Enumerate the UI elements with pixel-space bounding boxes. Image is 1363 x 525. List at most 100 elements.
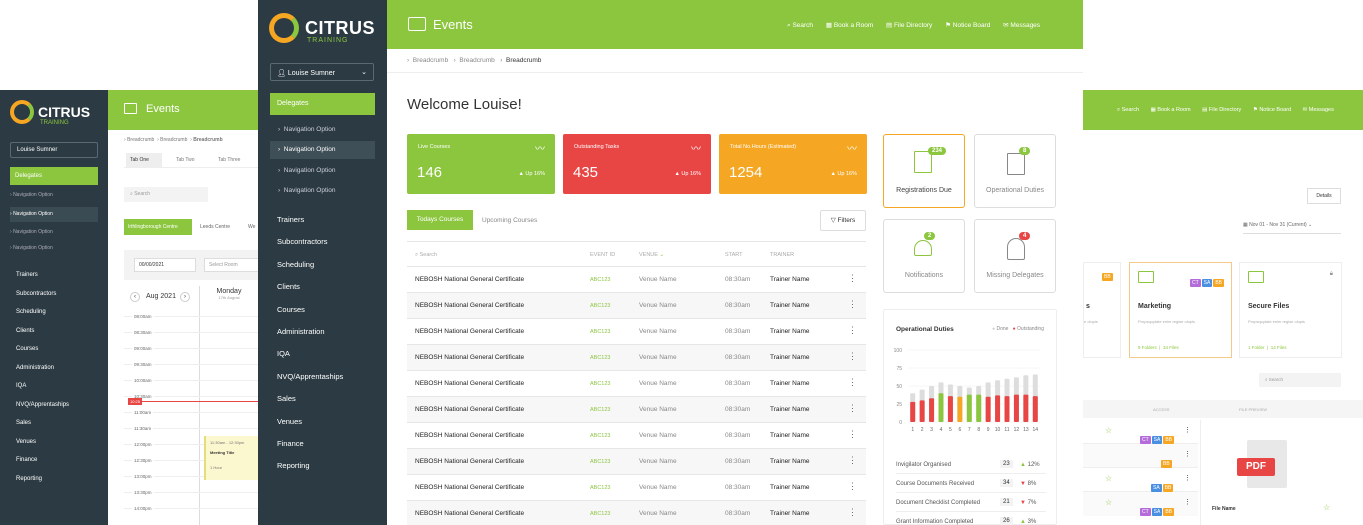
nav-item[interactable]: Reporting (16, 470, 69, 489)
table-row[interactable]: NEBOSH National General Certificate ABC12… (407, 397, 866, 423)
kebab-icon[interactable]: ⋮ (848, 403, 857, 414)
folder-card-secure[interactable]: 🔒︎ Secure Files Propsquytate enim regise… (1239, 262, 1342, 358)
breadcrumb-item[interactable]: Breadcrumb (413, 57, 448, 64)
col-venue[interactable]: VENUE ⌄ (639, 252, 664, 258)
sidebar-item-clients[interactable]: Clients (277, 276, 343, 298)
sidebar-item-finance[interactable]: Finance (277, 433, 343, 455)
tile-registrations-due[interactable]: 234 Registrations Due (883, 134, 965, 208)
star-icon[interactable]: ☆ (1105, 474, 1112, 483)
details-button[interactable]: Details (1307, 188, 1341, 204)
table-row[interactable]: NEBOSH National General Certificate ABC12… (407, 423, 866, 449)
kebab-icon[interactable]: ⋮ (848, 377, 857, 388)
star-icon[interactable]: ☆ (1323, 503, 1330, 512)
nav-sub-1[interactable]: › Navigation Option (278, 126, 335, 133)
stat-card-outstanding-tasks[interactable]: Outstanding Tasks 〰 435 ▲ Up 16% (563, 134, 711, 194)
kebab-icon[interactable]: ⋮ (848, 273, 857, 284)
folder-card-marketing[interactable]: CT SA BB Marketing Propsquytate enim regis… (1129, 262, 1232, 358)
table-row[interactable]: ☆ CT SA BB ⋮ (1083, 492, 1198, 516)
nav-item[interactable]: Clients (16, 322, 69, 341)
kebab-icon[interactable]: ⋮ (848, 429, 857, 440)
nav-sub-2[interactable]: › Navigation Option (270, 141, 375, 159)
files-search-input[interactable]: ⌕ Search (1259, 373, 1341, 387)
nav-delegates[interactable]: Delegates (10, 167, 98, 185)
tab-two[interactable]: Tab Two (176, 157, 195, 163)
kebab-icon[interactable]: ⋮ (1184, 498, 1191, 506)
nav-sub-1[interactable]: › Navigation Option (10, 192, 53, 198)
breadcrumb-item[interactable]: Breadcrumb (459, 57, 494, 64)
breadcrumb-item[interactable]: Breadcrumb (160, 137, 187, 143)
kebab-icon[interactable]: ⋮ (848, 351, 857, 362)
table-row[interactable]: ☆ SA BB ⋮ (1083, 468, 1198, 492)
tile-notifications[interactable]: 2 Notifications (883, 219, 965, 293)
kebab-icon[interactable]: ⋮ (848, 481, 857, 492)
sidebar-item-administration[interactable]: Administration (277, 321, 343, 343)
sidebar-item-reporting[interactable]: Reporting (277, 455, 343, 477)
nav-sub-2[interactable]: › Navigation Option (10, 207, 98, 222)
kebab-icon[interactable]: ⋮ (848, 299, 857, 310)
nav-item[interactable]: NVQ/Apprentaships (16, 396, 69, 415)
user-select[interactable]: Louise Sumner (10, 142, 98, 158)
table-search[interactable]: ⌕ Search (415, 252, 437, 259)
nav-item[interactable]: IQA (16, 377, 69, 396)
kebab-icon[interactable]: ⋮ (848, 325, 857, 336)
sidebar-item-sales[interactable]: Sales (277, 388, 343, 410)
nav-sub-4[interactable]: › Navigation Option (278, 187, 335, 194)
kebab-icon[interactable]: ⋮ (848, 455, 857, 466)
folder-card[interactable]: BB s e olupis (1083, 262, 1121, 358)
nav-item[interactable]: Scheduling (16, 303, 69, 322)
nav-item[interactable]: Sales (16, 414, 69, 433)
time-slot[interactable]: 14:00pm (124, 506, 258, 524)
header-nav-files[interactable]: ▤ File Directory (1202, 107, 1241, 113)
nav-sub-4[interactable]: › Navigation Option (10, 245, 53, 251)
nav-item[interactable]: Finance (16, 451, 69, 470)
tab-three[interactable]: Tab Three (218, 157, 240, 163)
tab-one[interactable]: Tab One (126, 153, 162, 168)
header-nav-book[interactable]: ▦ Book a Room (1151, 107, 1191, 113)
table-row[interactable]: NEBOSH National General Certificate ABC12… (407, 319, 866, 345)
kebab-icon[interactable]: ⋮ (1184, 426, 1191, 434)
nav-item[interactable]: Courses (16, 340, 69, 359)
table-row[interactable]: NEBOSH National General Certificate ABC12… (407, 345, 866, 371)
star-icon[interactable]: ☆ (1105, 498, 1112, 507)
table-row[interactable]: ☆ CT SA BB ⋮ (1083, 420, 1198, 444)
table-row[interactable]: NEBOSH National General Certificate ABC12… (407, 475, 866, 501)
date-range-select[interactable]: ▦ Nov 01 - Nov 31 (Current) ⌄ (1243, 218, 1341, 234)
header-nav-notice-board[interactable]: ⚑ Notice Board (945, 22, 990, 29)
centre-tab[interactable]: Leeds Centre (200, 224, 230, 230)
nav-sub-3[interactable]: › Navigation Option (10, 229, 53, 235)
sidebar-item-venues[interactable]: Venues (277, 411, 343, 433)
header-nav-messages[interactable]: ✉ Messages (1303, 107, 1334, 113)
sidebar-item-trainers[interactable]: Trainers (277, 209, 343, 231)
table-row[interactable]: NEBOSH National General Certificate ABC12… (407, 371, 866, 397)
header-nav-file-directory[interactable]: ▤ File Directory (886, 22, 932, 29)
header-nav-notice[interactable]: ⚑ Notice Board (1253, 107, 1291, 113)
stat-card-live-courses[interactable]: Live Courses 〰 146 ▲ Up 16% (407, 134, 555, 194)
kebab-icon[interactable]: ⋮ (848, 507, 857, 518)
kebab-icon[interactable]: ⋮ (1184, 474, 1191, 482)
nav-delegates[interactable]: Delegates (270, 93, 375, 115)
tile-operational-duties[interactable]: 8 Operational Duties (974, 134, 1056, 208)
event-block[interactable]: 11:30am - 12:30pm Meeting Title 1 Hour (204, 436, 258, 480)
user-select[interactable]: 👤︎ Louise Sumner ⌄ (270, 63, 374, 81)
room-select[interactable]: Select Room (204, 258, 258, 272)
sidebar-item-nvq[interactable]: NVQ/Apprentaships (277, 366, 343, 388)
left-search-input[interactable]: ⌕ Search (124, 187, 208, 202)
star-icon[interactable]: ☆ (1105, 426, 1112, 435)
stat-card-total-hours[interactable]: Total No.Hours (Estimated) 〰 1254 ▲ Up 1… (719, 134, 867, 194)
nav-item[interactable]: Administration (16, 359, 69, 378)
table-row[interactable]: NEBOSH National General Certificate ABC12… (407, 449, 866, 475)
tile-missing-delegates[interactable]: 4 Missing Delegates (974, 219, 1056, 293)
header-nav-search[interactable]: ⌕ Search (1117, 107, 1139, 113)
table-row[interactable]: NEBOSH National General Certificate ABC12… (407, 501, 866, 525)
nav-item[interactable]: Subcontractors (16, 285, 69, 304)
date-field[interactable]: 00/00/2021 (134, 258, 196, 272)
nav-item[interactable]: Trainers (16, 266, 69, 285)
sidebar-item-iqa[interactable]: IQA (277, 343, 343, 365)
breadcrumb-item[interactable]: Breadcrumb (127, 137, 154, 143)
sidebar-item-subcontractors[interactable]: Subcontractors (277, 231, 343, 253)
kebab-icon[interactable]: ⋮ (1184, 450, 1191, 458)
centre-tab-active[interactable]: Irthlingborough Centre (124, 219, 192, 235)
table-row[interactable]: NEBOSH National General Certificate ABC12… (407, 293, 866, 319)
header-nav-messages[interactable]: ✉ Messages (1003, 22, 1040, 29)
filters-button[interactable]: ▽ Filters (820, 210, 866, 231)
